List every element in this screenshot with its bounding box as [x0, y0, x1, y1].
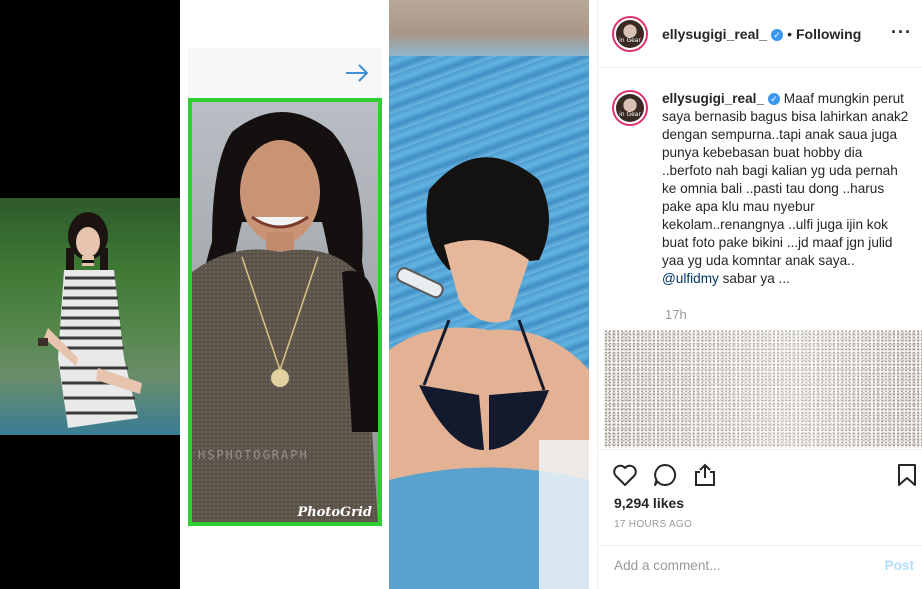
noise-fade: [604, 330, 922, 448]
girl-in-striped-dress-image: [38, 212, 142, 428]
following-button[interactable]: Following: [796, 26, 861, 42]
comment-icon[interactable]: [652, 462, 678, 488]
likes-count[interactable]: 9,294 likes: [614, 495, 684, 511]
verified-badge-icon: ✓: [771, 28, 784, 41]
verified-badge-icon: ✓: [768, 93, 781, 105]
comment-input[interactable]: [614, 558, 854, 573]
header-username[interactable]: ellysugigi_real_ ✓: [662, 26, 784, 42]
separator-dot: •: [787, 25, 792, 42]
heart-icon[interactable]: [612, 462, 638, 488]
caption-username[interactable]: ellysugigi_real_: [662, 91, 764, 106]
caption-avatar[interactable]: in Gear: [612, 90, 648, 126]
photo-panel-2: HSPHOTOGRAPH PhotoGrid: [180, 0, 388, 589]
photogrid-frame: HSPHOTOGRAPH PhotoGrid: [188, 98, 382, 526]
post-age[interactable]: 17 HOURS AGO: [614, 519, 692, 530]
comment-form: Post: [598, 545, 922, 589]
photo-panel-3: [389, 0, 589, 589]
mention-link[interactable]: @ulfidmy: [662, 271, 719, 286]
woman-in-pool-image: [389, 157, 589, 589]
more-options-icon[interactable]: ···: [891, 22, 912, 43]
photo-panel-1: [0, 0, 180, 589]
post-media[interactable]: HSPHOTOGRAPH PhotoGrid: [0, 0, 597, 589]
post-header: in Gear ellysugigi_real_ ✓ • Following ··…: [598, 0, 922, 68]
arrow-right-icon[interactable]: [344, 60, 370, 86]
caption-timestamp[interactable]: 17h: [665, 307, 687, 322]
photo-watermark: HSPHOTOGRAPH: [198, 448, 309, 462]
username-link[interactable]: ellysugigi_real_: [662, 26, 767, 42]
action-bar: [598, 449, 922, 496]
caption-body: Maaf mungkin perut saya bernasib bagus b…: [662, 91, 909, 268]
caption-text: ellysugigi_real_ ✓ Maaf mungkin perut say…: [662, 90, 912, 288]
photogrid-logo: PhotoGrid: [297, 505, 372, 520]
caption-tail: sabar ya ...: [718, 271, 790, 286]
post-caption: in Gear ellysugigi_real_ ✓ Maaf mungkin p…: [612, 90, 912, 288]
photogrid-toolbar: [188, 48, 382, 100]
pool-edge: [389, 0, 589, 56]
post-comment-button[interactable]: Post: [885, 558, 914, 573]
redacted-comments: [604, 330, 922, 448]
share-icon[interactable]: [692, 462, 718, 488]
avatar[interactable]: in Gear: [612, 15, 648, 52]
bookmark-icon[interactable]: [894, 462, 920, 488]
